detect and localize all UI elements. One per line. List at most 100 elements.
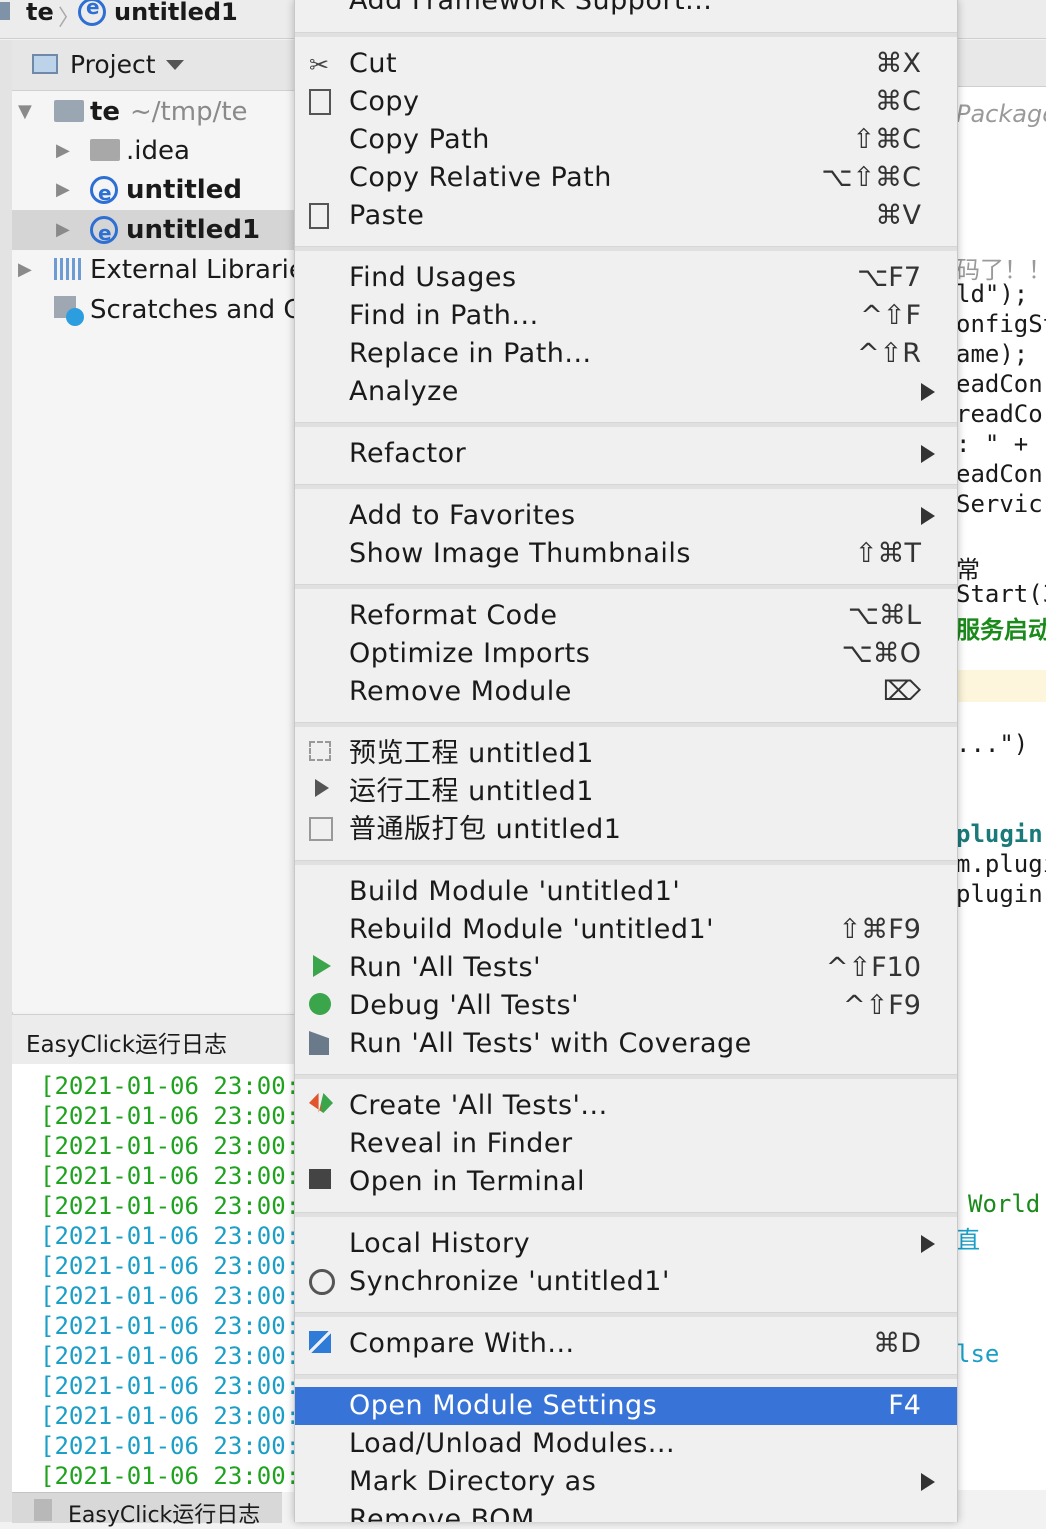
code-editor[interactable]: Package码了！！ld");onfigStame);eadCon readC…	[956, 40, 1046, 1490]
collapse-arrow-icon[interactable]: ▶	[56, 170, 70, 210]
clock-icon	[66, 308, 84, 326]
menu-item-label: Show Image Thumbnails	[349, 538, 691, 569]
terminal-icon	[309, 1169, 331, 1189]
menu-item-shortcut: F4	[888, 1390, 921, 1421]
create-test-icon	[309, 1093, 333, 1113]
chevron-down-icon[interactable]	[166, 60, 184, 70]
menu-item-remove-module[interactable]: Remove Module ⌦	[295, 673, 957, 711]
log-line: [2021-01-06 23:00:2	[40, 1222, 302, 1250]
menu-item-optimize-imports[interactable]: Optimize Imports ⌥⌘O	[295, 635, 957, 673]
menu-item-copy[interactable]: Copy ⌘C	[295, 83, 957, 121]
menu-item-debug-all-tests[interactable]: Debug 'All Tests' ^⇧F9	[295, 987, 957, 1025]
menu-item-create-all-tests[interactable]: Create 'All Tests'...	[295, 1087, 957, 1125]
menu-item-show-image-thumbnails[interactable]: Show Image Thumbnails ⇧⌘T	[295, 535, 957, 573]
tree-item-untitled[interactable]: ▶ untitled	[12, 170, 302, 210]
collapse-arrow-icon[interactable]: ▶	[56, 210, 70, 250]
menu-item-shortcut: ^⇧R	[856, 338, 921, 369]
tree-item-label: Scratches and Co	[90, 295, 302, 325]
code-line: ld");	[956, 280, 1029, 308]
log-line: [2021-01-06 23:00:2	[40, 1162, 302, 1190]
copy-icon	[309, 89, 331, 115]
log-output[interactable]: [2021-01-06 23:00:2 [2021-01-06 23:00:2 [2…	[12, 1064, 302, 1492]
menu-item-synchronize-untitled1[interactable]: Synchronize 'untitled1'	[295, 1263, 957, 1301]
menu-item-add-to-favorites[interactable]: Add to Favorites	[295, 497, 957, 535]
menu-item-shortcut: ⌘C	[875, 86, 921, 117]
menu-item-label: Paste	[349, 200, 425, 231]
log-line: [2021-01-06 23:00:3	[40, 1432, 302, 1460]
menu-item-label: Replace in Path...	[349, 338, 592, 369]
menu-item-shortcut: ⌘X	[875, 48, 922, 79]
breadcrumb-module[interactable]: untitled1	[114, 0, 238, 24]
menu-item-paste[interactable]: Paste ⌘V	[295, 197, 957, 235]
menu-item-label: Local History	[349, 1228, 531, 1259]
menu-item-运行工程-untitled1[interactable]: 运行工程 untitled1	[295, 773, 957, 811]
tree-item-te[interactable]: ▼ te ~/tmp/te	[12, 92, 302, 132]
menu-item-cut[interactable]: ✂ Cut ⌘X	[295, 45, 957, 83]
menu-item-label: Add Framework Support...	[349, 0, 713, 16]
tree-item-label: untitled1	[126, 215, 261, 245]
menu-item-label: Cut	[349, 48, 398, 79]
menu-item-rebuild-module-untitled1[interactable]: Rebuild Module 'untitled1' ⇧⌘F9	[295, 911, 957, 949]
menu-item-copy-relative-path[interactable]: Copy Relative Path ⌥⇧⌘C	[295, 159, 957, 197]
menu-item-analyze[interactable]: Analyze	[295, 373, 957, 411]
menu-item-shortcut: ⌥F7	[857, 262, 921, 293]
menu-item-remove-bom[interactable]: Remove BOM	[295, 1501, 957, 1522]
project-title: Project	[70, 50, 156, 79]
menu-item-compare-with[interactable]: Compare With... ⌘D	[295, 1325, 957, 1363]
menu-item-label: Rebuild Module 'untitled1'	[349, 914, 715, 945]
tree-item-idea[interactable]: ▶ .idea	[12, 131, 302, 171]
chevron-right-icon: 〉	[58, 6, 81, 31]
menu-item-copy-path[interactable]: Copy Path ⇧⌘C	[295, 121, 957, 159]
module-icon	[78, 0, 106, 26]
menu-item-普通版打包-untitled1[interactable]: 普通版打包 untitled1	[295, 811, 957, 849]
menu-item-local-history[interactable]: Local History	[295, 1225, 957, 1263]
menu-item-reformat-code[interactable]: Reformat Code ⌥⌘L	[295, 597, 957, 635]
menu-item-find-usages[interactable]: Find Usages ⌥F7	[295, 259, 957, 297]
menu-item-run-all-tests[interactable]: Run 'All Tests' ^⇧F10	[295, 949, 957, 987]
menu-item-load-unload-modules[interactable]: Load/Unload Modules...	[295, 1425, 957, 1463]
menu-item-预览工程-untitled1[interactable]: 预览工程 untitled1	[295, 735, 957, 773]
menu-item-shortcut: ^⇧F	[860, 300, 921, 331]
menu-item-refactor[interactable]: Refactor	[295, 435, 957, 473]
menu-item-label: Open Module Settings	[349, 1390, 658, 1421]
menu-item-open-module-settings[interactable]: Open Module Settings F4	[295, 1387, 957, 1425]
menu-item-open-in-terminal[interactable]: Open in Terminal	[295, 1163, 957, 1201]
menu-item-shortcut: ⇧⌘C	[852, 124, 921, 155]
tree-item-external-libraries[interactable]: ▶ External Librarie	[12, 250, 302, 290]
menu-item-shortcut: ⌥⇧⌘C	[821, 162, 921, 193]
menu-item-label: Remove BOM	[349, 1504, 535, 1522]
tree-item-untitled1[interactable]: ▶ untitled1	[12, 210, 302, 250]
menu-separator	[295, 484, 957, 489]
log-line: [2021-01-06 23:00:2	[40, 1072, 302, 1100]
menu-item-mark-directory-as[interactable]: Mark Directory as	[295, 1463, 957, 1501]
breadcrumb-root[interactable]: te	[26, 0, 54, 24]
menu-item-shortcut: ⇧⌘T	[854, 538, 921, 569]
debug-icon	[309, 993, 331, 1015]
log-line: [2021-01-06 23:00:3	[40, 1462, 302, 1490]
menu-item-find-in-path[interactable]: Find in Path... ^⇧F	[295, 297, 957, 335]
project-panel-header[interactable]: Project	[12, 40, 302, 91]
paste-icon	[309, 203, 329, 229]
menu-item-label: Create 'All Tests'...	[349, 1090, 608, 1121]
menu-item-shortcut: ⌥⌘L	[847, 600, 921, 631]
submenu-arrow-icon	[921, 383, 935, 401]
menu-item-label: 预览工程 untitled1	[349, 738, 594, 769]
menu-item-run-all-tests-with-coverage[interactable]: Run 'All Tests' with Coverage	[295, 1025, 957, 1063]
menu-item-replace-in-path[interactable]: Replace in Path... ^⇧R	[295, 335, 957, 373]
submenu-arrow-icon	[921, 445, 935, 463]
code-line: ...")	[956, 730, 1029, 758]
tree-item-label: untitled	[126, 175, 242, 205]
code-line: 直	[956, 1226, 980, 1254]
collapse-arrow-icon[interactable]: ▶	[18, 250, 32, 290]
menu-item-reveal-in-finder[interactable]: Reveal in Finder	[295, 1125, 957, 1163]
menu-item-add-framework[interactable]: Add Framework Support...	[295, 0, 957, 20]
menu-item-label: Optimize Imports	[349, 638, 591, 669]
menu-item-build-module-untitled1[interactable]: Build Module 'untitled1'	[295, 873, 957, 911]
tab-easyclick-log[interactable]: EasyClick运行日志	[12, 1492, 282, 1528]
menu-item-shortcut: ⌦	[882, 676, 921, 707]
code-line: : " +	[956, 430, 1029, 458]
tree-item-scratches[interactable]: Scratches and Co	[12, 290, 302, 330]
expand-arrow-icon[interactable]: ▼	[18, 92, 32, 132]
code-line: Start(3	[956, 580, 1046, 608]
collapse-arrow-icon[interactable]: ▶	[56, 131, 70, 171]
